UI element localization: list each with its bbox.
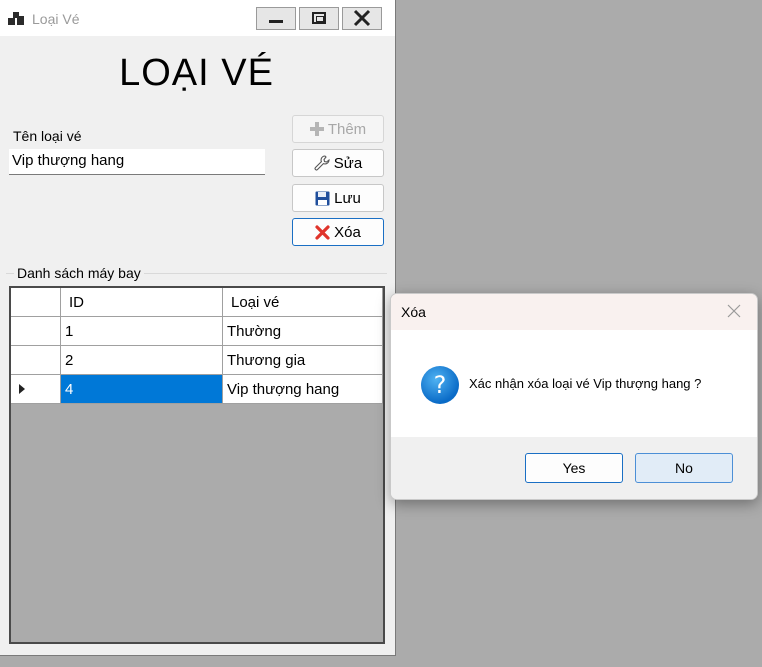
- minimize-button[interactable]: [256, 7, 296, 30]
- yes-button[interactable]: Yes: [525, 453, 623, 483]
- ticket-type-grid[interactable]: ID Loại vé 1 Thường 2 Thương gia 4 Vip t…: [9, 286, 385, 644]
- no-button[interactable]: No: [635, 453, 733, 483]
- plus-icon: [309, 122, 324, 136]
- table-row[interactable]: 2 Thương gia: [11, 346, 383, 375]
- grid-header-type[interactable]: Loại vé: [223, 288, 383, 317]
- wrench-icon: [314, 155, 330, 171]
- cell-id[interactable]: 1: [61, 317, 223, 346]
- close-icon: [353, 9, 371, 27]
- cell-type[interactable]: Vip thượng hang: [223, 375, 383, 404]
- add-button-label: Thêm: [327, 120, 367, 138]
- main-window: Loại Vé LOẠI VÉ Tên loại vé Vip thượng h…: [0, 0, 396, 656]
- groupbox-title: Danh sách máy bay: [14, 265, 144, 281]
- window-titlebar[interactable]: Loại Vé: [0, 0, 395, 36]
- add-button[interactable]: Thêm: [292, 115, 384, 143]
- grid-header-corner[interactable]: [11, 288, 61, 317]
- save-button-label: Lưu: [334, 189, 361, 207]
- save-button[interactable]: Lưu: [292, 184, 384, 212]
- maximize-icon: [312, 12, 326, 24]
- confirm-delete-dialog: Xóa ? Xác nhận xóa loại vé Vip thượng ha…: [390, 293, 758, 500]
- question-icon: ?: [421, 366, 459, 404]
- ticket-type-input[interactable]: Vip thượng hang: [9, 149, 265, 175]
- cell-type[interactable]: Thường: [223, 317, 383, 346]
- cell-id[interactable]: 2: [61, 346, 223, 375]
- page-title: LOẠI VÉ: [119, 52, 274, 94]
- grid-header-row: ID Loại vé: [11, 288, 383, 317]
- cell-type[interactable]: Thương gia: [223, 346, 383, 375]
- edit-button[interactable]: Sửa: [292, 149, 384, 177]
- floppy-disk-icon: [315, 191, 330, 205]
- cell-id[interactable]: 4: [61, 375, 223, 404]
- row-header[interactable]: [11, 346, 61, 375]
- dialog-close-icon[interactable]: [727, 304, 741, 318]
- window-title: Loại Vé: [32, 11, 80, 27]
- dialog-titlebar[interactable]: Xóa: [391, 294, 757, 330]
- grid-header-id[interactable]: ID: [61, 288, 223, 317]
- form-client-area: LOẠI VÉ Tên loại vé Vip thượng hang Thêm…: [6, 36, 387, 646]
- table-row[interactable]: 1 Thường: [11, 317, 383, 346]
- ticket-type-label: Tên loại vé: [13, 128, 82, 144]
- app-icon: [8, 11, 24, 25]
- row-header[interactable]: [11, 375, 61, 404]
- red-x-icon: [315, 224, 330, 240]
- dialog-title: Xóa: [401, 304, 426, 320]
- delete-button[interactable]: Xóa: [292, 218, 384, 246]
- dialog-message: Xác nhận xóa loại vé Vip thượng hang ?: [469, 376, 702, 391]
- close-button[interactable]: [342, 7, 382, 30]
- delete-button-label: Xóa: [334, 223, 361, 241]
- current-row-arrow-icon: [19, 384, 25, 394]
- edit-button-label: Sửa: [333, 154, 363, 172]
- row-header[interactable]: [11, 317, 61, 346]
- maximize-button[interactable]: [299, 7, 339, 30]
- table-row-selected[interactable]: 4 Vip thượng hang: [11, 375, 383, 404]
- minimize-icon: [269, 20, 283, 23]
